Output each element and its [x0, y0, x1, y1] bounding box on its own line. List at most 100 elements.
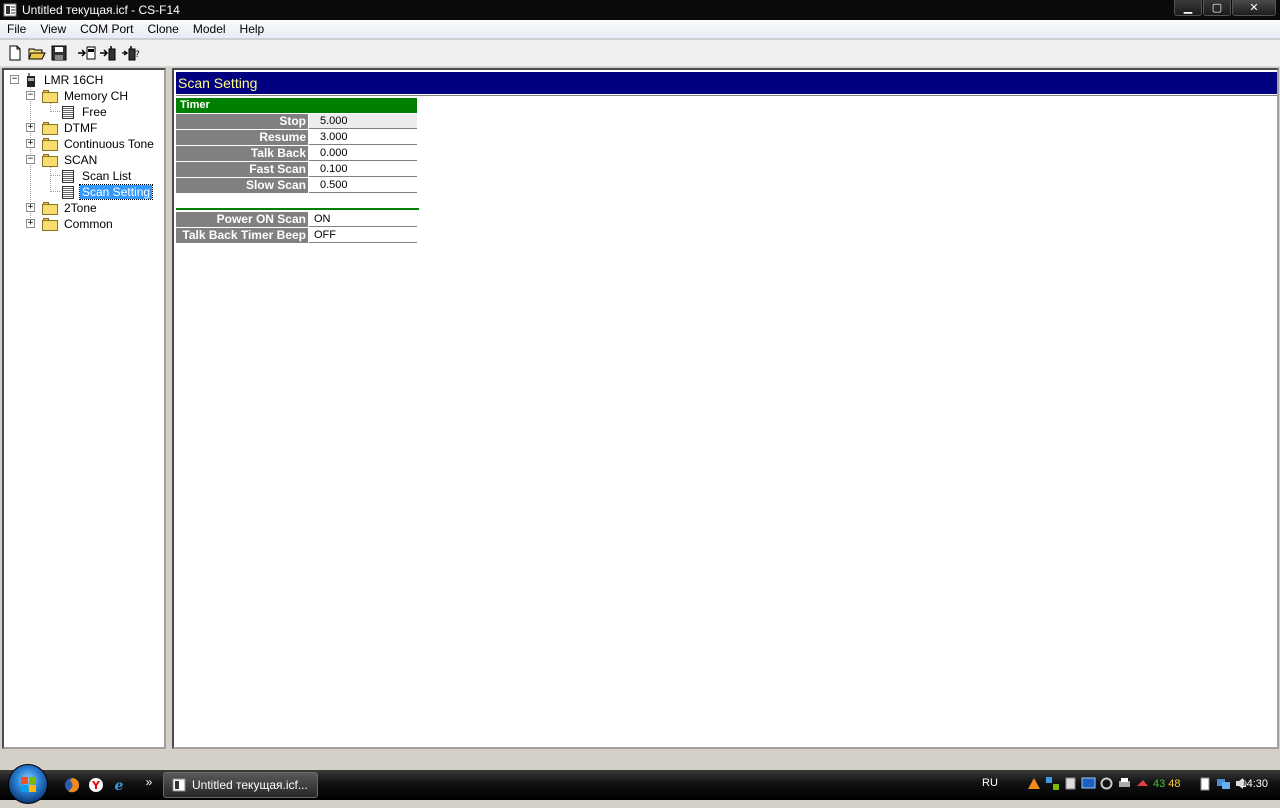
header-divider [176, 95, 1277, 96]
read-from-radio-button[interactable] [76, 42, 98, 64]
tray-alert-icon[interactable] [1135, 776, 1150, 791]
setting-label: Resume [176, 130, 309, 145]
folder-icon [42, 153, 58, 167]
tree-view[interactable]: − LMR 16CH − Memory CH Free + DTMF + Con… [2, 68, 166, 749]
status-bar [0, 750, 1280, 770]
menu-bar: File View COM Port Clone Model Help [0, 20, 1280, 39]
write-to-radio-button[interactable] [98, 42, 120, 64]
slow-scan-timer-field[interactable]: 0.500 [309, 178, 417, 193]
taskbar-item-label: Untitled текущая.icf... [192, 778, 308, 792]
tree-item-2tone[interactable]: 2Tone [42, 200, 99, 216]
internet-explorer-icon[interactable]: e [110, 776, 128, 794]
svg-text:e: e [115, 778, 124, 793]
tree-label-scan: SCAN [64, 153, 98, 167]
windows-logo-icon [21, 777, 36, 792]
close-button[interactable]: ✕ [1232, 0, 1276, 16]
tree-item-continuous-tone[interactable]: Continuous Tone [42, 136, 156, 152]
setting-label: Power ON Scan [176, 212, 309, 227]
minimize-button[interactable]: ▁ [1174, 0, 1202, 16]
menu-model[interactable]: Model [186, 20, 233, 39]
tree-item-memory-ch[interactable]: Memory CH [42, 88, 130, 104]
tree-expand-continuous-tone[interactable]: + [26, 139, 35, 148]
tree-label-memory-ch: Memory CH [64, 89, 129, 103]
tray-device-icon[interactable] [1063, 776, 1078, 791]
menu-file[interactable]: File [0, 20, 33, 39]
radio-query-icon: ? [122, 46, 140, 61]
save-file-button[interactable] [48, 42, 70, 64]
setting-label: Talk Back [176, 146, 309, 161]
menu-com-port[interactable]: COM Port [73, 20, 140, 39]
setting-label: Fast Scan [176, 162, 309, 177]
folder-icon [42, 137, 58, 151]
setting-row-power-on-scan: Power ON Scan ON [176, 212, 417, 228]
tree-label-root: LMR 16CH [44, 73, 104, 87]
open-file-button[interactable] [26, 42, 48, 64]
tree-collapse-memory-ch[interactable]: − [26, 91, 35, 100]
tray-network-icon[interactable] [1045, 776, 1060, 791]
tree-item-scan-setting[interactable]: Scan Setting [62, 184, 154, 200]
tree-collapse-scan[interactable]: − [26, 155, 35, 164]
tree-item-dtmf[interactable]: DTMF [42, 120, 99, 136]
system-clock[interactable]: 14:30 [1240, 778, 1268, 790]
tray-network-status-icon[interactable] [1216, 776, 1231, 791]
settings-pane: Scan Setting Timer Stop 5.000 Resume 3.0… [172, 68, 1279, 749]
taskbar-item-cs-f14[interactable]: Untitled текущая.icf... [163, 772, 318, 798]
setting-label: Slow Scan [176, 178, 309, 193]
tree-expand-dtmf[interactable]: + [26, 123, 35, 132]
talk-back-timer-beep-select[interactable]: OFF [309, 228, 417, 243]
resume-timer-field[interactable]: 3.000 [309, 130, 417, 145]
tree-label-scan-list: Scan List [82, 169, 132, 183]
tree-item-scan-list[interactable]: Scan List [62, 168, 133, 184]
timer-group-header: Timer [176, 98, 417, 113]
tree-expand-common[interactable]: + [26, 219, 35, 228]
tree-item-common[interactable]: Common [42, 216, 115, 232]
svg-text:Y: Y [91, 779, 101, 792]
language-indicator[interactable]: RU [982, 777, 998, 789]
new-file-icon [9, 45, 21, 61]
title-bar: Untitled текущая.icf - CS-F14 ▁ ▢ ✕ [0, 0, 1280, 20]
read-radio-icon [78, 46, 96, 60]
start-button[interactable] [8, 764, 48, 804]
tray-battery-icon[interactable] [1198, 776, 1213, 791]
stop-timer-field[interactable]: 5.000 [309, 114, 417, 129]
setting-label: Talk Back Timer Beep [176, 228, 309, 243]
quick-launch-more-button[interactable]: » [140, 773, 158, 791]
tray-settings-icon[interactable] [1099, 776, 1114, 791]
tree-expand-2tone[interactable]: + [26, 203, 35, 212]
save-icon [51, 45, 67, 61]
maximize-button[interactable]: ▢ [1203, 0, 1231, 16]
tray-monitor-icon[interactable] [1081, 776, 1096, 791]
tray-printer-icon[interactable] [1117, 776, 1132, 791]
firefox-icon[interactable] [63, 776, 81, 794]
setting-row-fast-scan: Fast Scan 0.100 [176, 162, 417, 178]
open-folder-icon [28, 48, 46, 60]
tray-counter-2: 48 [1168, 777, 1181, 790]
setting-row-slow-scan: Slow Scan 0.500 [176, 178, 417, 194]
tray-counter-1: 43 [1153, 777, 1166, 790]
section-title: Scan Setting [176, 72, 1277, 94]
clone-info-button[interactable]: ? [120, 42, 142, 64]
folder-icon [42, 217, 58, 231]
tree-label-dtmf: DTMF [64, 121, 98, 135]
tree-item-scan[interactable]: SCAN [42, 152, 99, 168]
folder-icon [42, 89, 58, 103]
page-icon [62, 185, 74, 199]
tree-label-common: Common [64, 217, 113, 231]
taskbar: Y e » Untitled текущая.icf... RU 43 48 1… [0, 764, 1280, 804]
app-icon[interactable] [2, 2, 18, 18]
tree-item-root[interactable]: LMR 16CH [26, 72, 105, 88]
menu-help[interactable]: Help [233, 20, 272, 39]
menu-view[interactable]: View [33, 20, 73, 39]
tree-item-free[interactable]: Free [62, 104, 109, 120]
menu-clone[interactable]: Clone [140, 20, 185, 39]
tree-collapse-root[interactable]: − [10, 75, 19, 84]
power-on-scan-select[interactable]: ON [309, 212, 417, 227]
talk-back-timer-field[interactable]: 0.000 [309, 146, 417, 161]
tray-app-icon[interactable] [1027, 776, 1042, 791]
new-file-button[interactable] [4, 42, 26, 64]
app-icon [172, 778, 186, 792]
yandex-icon[interactable]: Y [87, 776, 105, 794]
page-icon [62, 169, 74, 183]
window-title: Untitled текущая.icf - CS-F14 [22, 3, 180, 17]
fast-scan-timer-field[interactable]: 0.100 [309, 162, 417, 177]
